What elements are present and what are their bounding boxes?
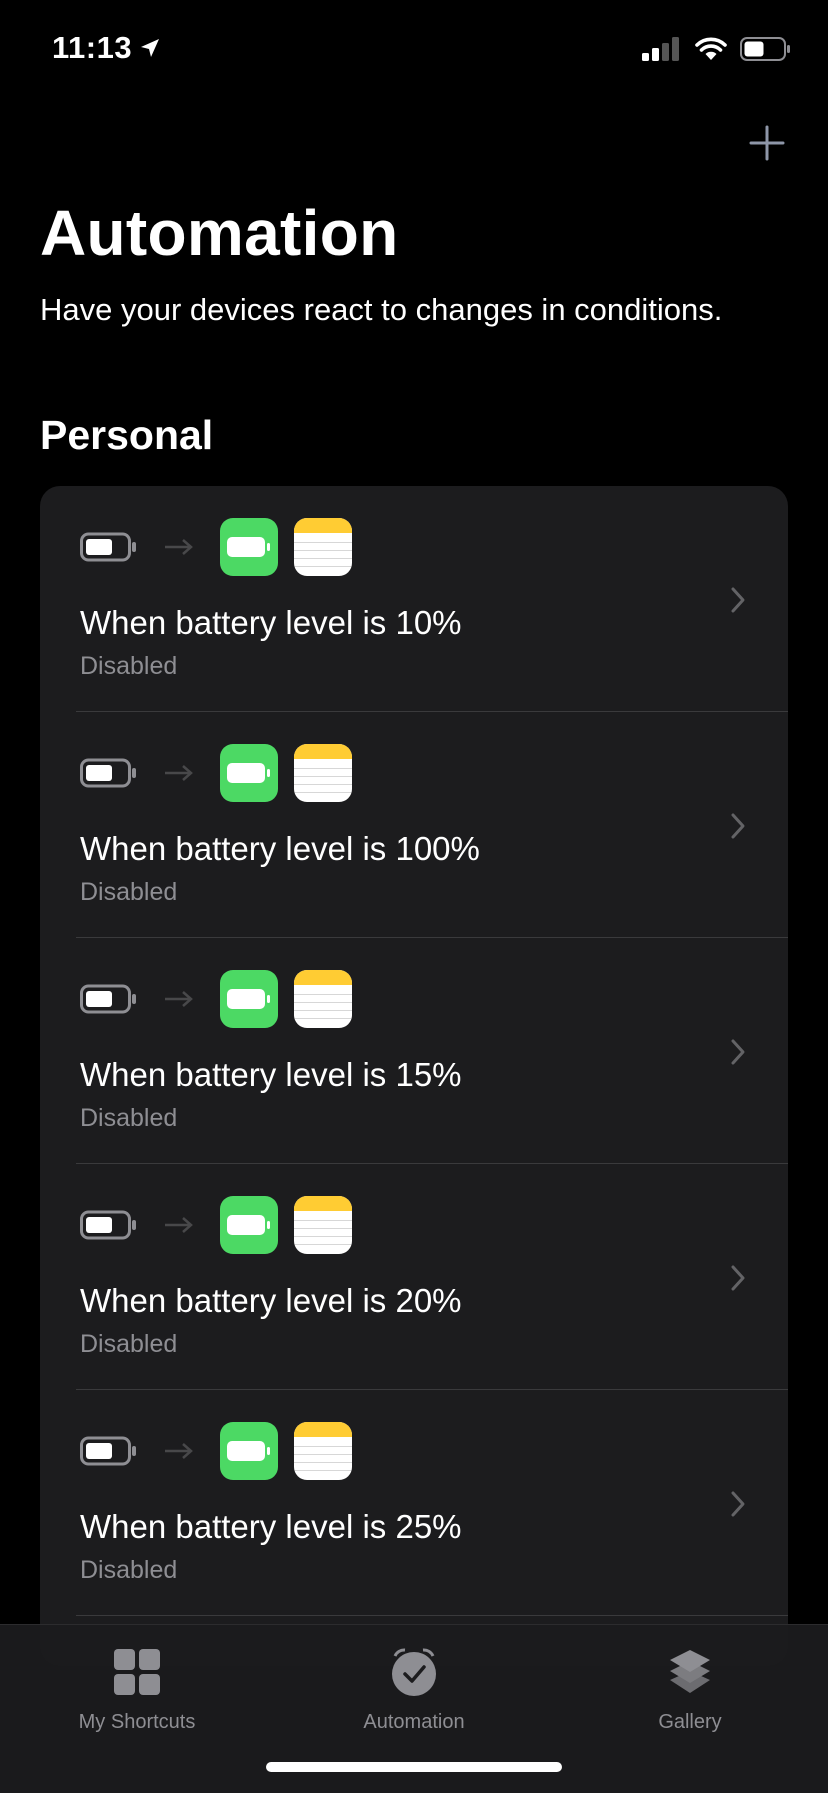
automation-title: When battery level is 10% (80, 604, 462, 641)
home-indicator[interactable] (266, 1762, 562, 1772)
status-bar: 11:13 (0, 0, 828, 100)
battery-trigger-icon (80, 1210, 136, 1240)
chevron-right-icon (731, 587, 745, 613)
battery-trigger-icon (80, 984, 136, 1014)
notes-app-icon (294, 518, 352, 576)
arrow-right-icon (165, 765, 193, 781)
automation-status: Disabled (80, 1556, 178, 1584)
notes-app-icon (294, 970, 352, 1028)
tab-automation[interactable]: Automation (314, 1647, 514, 1734)
automation-row[interactable]: When battery level is 20% Disabled (40, 1164, 788, 1390)
tab-my-shortcuts[interactable]: My Shortcuts (37, 1647, 237, 1734)
wifi-icon (695, 37, 727, 60)
chevron-right-icon (731, 813, 745, 839)
chevron-right-icon (731, 1491, 745, 1517)
battery-app-icon (220, 1422, 278, 1480)
tab-label: My Shortcuts (78, 1711, 196, 1733)
battery-trigger-icon (80, 758, 136, 788)
notes-app-icon (294, 1422, 352, 1480)
automation-title: When battery level is 100% (80, 830, 480, 867)
tab-label: Automation (363, 1711, 465, 1733)
battery-trigger-icon (80, 532, 136, 562)
battery-app-icon (220, 1196, 278, 1254)
battery-status-icon (740, 37, 790, 61)
automation-status: Disabled (80, 1330, 178, 1358)
page-title: Automation (40, 197, 399, 269)
automation-row[interactable]: When battery level is 15% Disabled (40, 938, 788, 1164)
arrow-right-icon (165, 1217, 193, 1233)
automation-row[interactable]: When battery level is 100% Disabled (40, 712, 788, 938)
automation-list: When battery level is 10% Disabled When … (40, 486, 788, 1666)
clock-icon (392, 1648, 436, 1696)
battery-app-icon (220, 744, 278, 802)
automation-icons (80, 970, 352, 1028)
page-subtitle: Have your devices react to changes in co… (40, 292, 723, 327)
automation-icons (80, 518, 352, 576)
automation-icons (80, 1196, 352, 1254)
arrow-right-icon (165, 539, 193, 555)
automation-icons (80, 1422, 352, 1480)
automation-row[interactable]: When battery level is 10% Disabled (40, 486, 788, 712)
automation-status: Disabled (80, 878, 178, 906)
chevron-right-icon (731, 1039, 745, 1065)
cellular-signal-icon (642, 37, 679, 61)
arrow-right-icon (165, 991, 193, 1007)
grid-icon (114, 1649, 160, 1695)
arrow-right-icon (165, 1443, 193, 1459)
stack-icon (670, 1650, 710, 1693)
automation-title: When battery level is 20% (80, 1282, 462, 1319)
automation-title: When battery level is 15% (80, 1056, 462, 1093)
automation-row[interactable]: When battery level is 25% Disabled (40, 1390, 788, 1616)
tab-label: Gallery (658, 1711, 722, 1733)
battery-trigger-icon (80, 1436, 136, 1466)
automation-status: Disabled (80, 1104, 178, 1132)
section-title-personal: Personal (40, 412, 214, 458)
automation-icons (80, 744, 352, 802)
battery-app-icon (220, 518, 278, 576)
battery-app-icon (220, 970, 278, 1028)
notes-app-icon (294, 744, 352, 802)
status-indicators (642, 36, 792, 62)
add-automation-button[interactable] (742, 118, 792, 168)
tab-gallery[interactable]: Gallery (590, 1647, 790, 1734)
plus-icon (749, 125, 785, 161)
row-divider (76, 1615, 788, 1616)
automation-title: When battery level is 25% (80, 1508, 462, 1545)
status-time: 11:13 (52, 30, 162, 66)
automation-status: Disabled (80, 652, 178, 680)
chevron-right-icon (731, 1265, 745, 1291)
location-arrow-icon (141, 39, 160, 57)
status-time-label: 11:13 (52, 30, 133, 65)
notes-app-icon (294, 1196, 352, 1254)
